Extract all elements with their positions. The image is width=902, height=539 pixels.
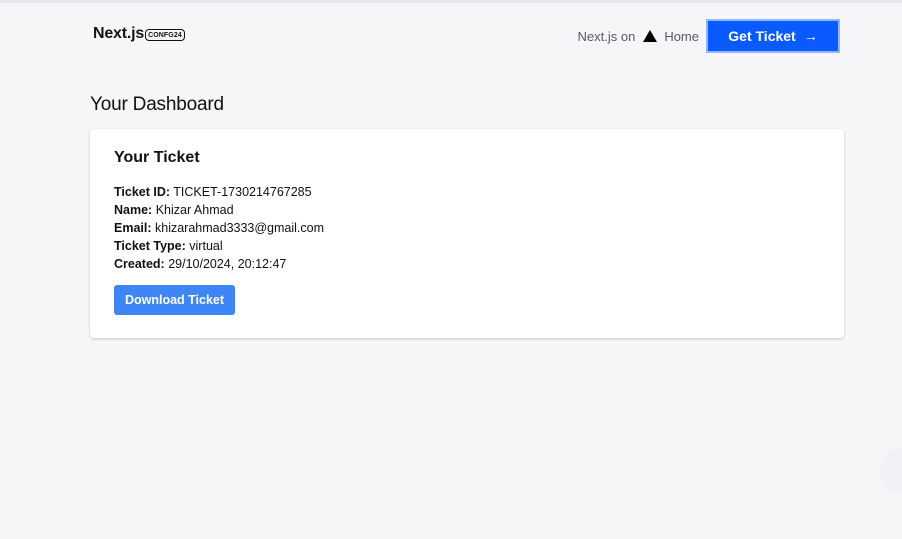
ticket-type-row: Ticket Type: virtual — [114, 237, 324, 255]
arrow-right-icon: → — [803, 28, 818, 44]
brand-logo[interactable]: Next.js CONFG24 — [93, 25, 185, 43]
get-ticket-button[interactable]: Get Ticket → — [706, 19, 840, 53]
ticket-type-value: virtual — [189, 239, 223, 253]
get-ticket-label: Get Ticket — [728, 28, 796, 44]
ticket-email-value: khizarahmad3333@gmail.com — [155, 221, 325, 235]
ticket-name-row: Name: Khizar Ahmad — [114, 201, 324, 219]
ticket-created-row: Created: 29/10/2024, 20:12:47 — [114, 255, 324, 273]
site-header: Next.js CONFG24 Next.js on Home Get Tick… — [0, 18, 902, 54]
nextjs-on-text: Next.js on — [577, 28, 636, 44]
brand-badge: CONFG24 — [145, 29, 185, 41]
download-ticket-button[interactable]: Download Ticket — [114, 285, 235, 315]
ticket-heading: Your Ticket — [114, 149, 200, 166]
ticket-card: Your Ticket Ticket ID: TICKET-1730214767… — [90, 129, 844, 338]
ticket-created-value: 29/10/2024, 20:12:47 — [168, 257, 287, 271]
field-label: Ticket Type: — [114, 239, 186, 253]
ticket-name-value: Khizar Ahmad — [155, 203, 234, 217]
ticket-id-row: Ticket ID: TICKET-1730214767285 — [114, 183, 324, 201]
brand-name: Next.js — [93, 25, 145, 42]
header-nav: Next.js on Home Get Ticket → — [577, 18, 840, 54]
top-border — [0, 0, 902, 3]
triangle-logo-icon[interactable] — [643, 30, 658, 42]
ticket-details: Ticket ID: TICKET-1730214767285 Name: Kh… — [114, 183, 324, 273]
field-label: Ticket ID: — [114, 185, 171, 199]
background-decoration — [880, 448, 902, 492]
field-label: Name: — [114, 203, 153, 217]
home-link[interactable]: Home — [664, 29, 699, 44]
field-label: Created: — [114, 257, 165, 271]
ticket-email-row: Email: khizarahmad3333@gmail.com — [114, 219, 324, 237]
field-label: Email: — [114, 221, 152, 235]
page-title: Your Dashboard — [90, 94, 224, 115]
ticket-id-value: TICKET-1730214767285 — [173, 185, 312, 199]
